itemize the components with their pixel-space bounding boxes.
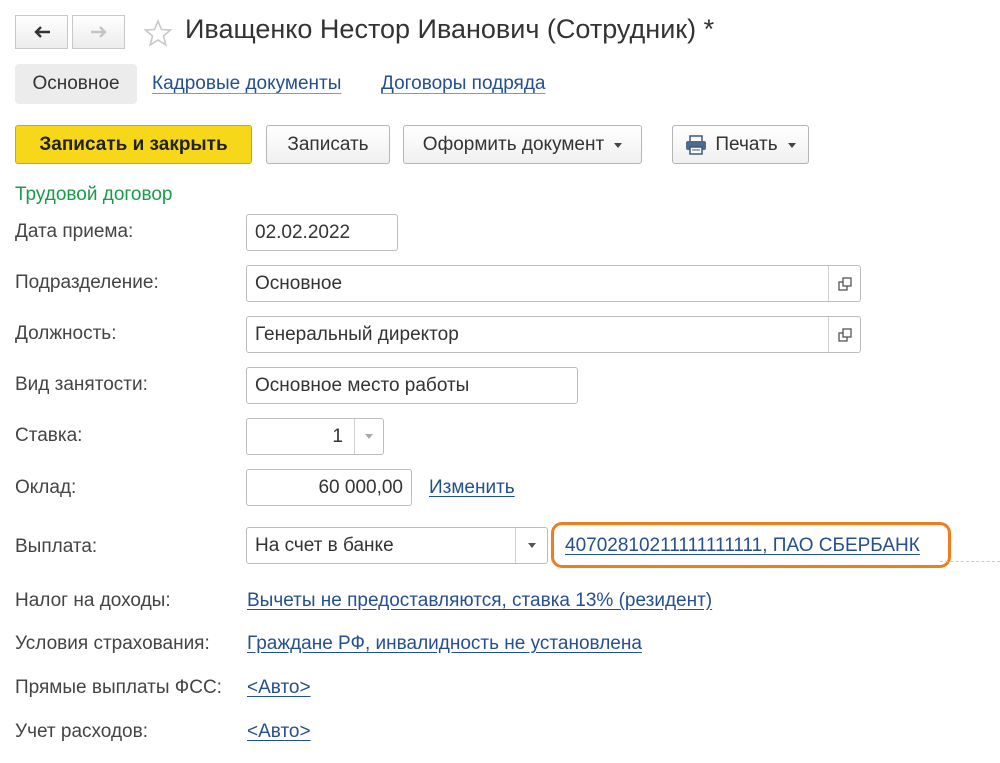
position-value: Генеральный директор [255,323,459,345]
fss-label: Прямые выплаты ФСС: [15,677,222,698]
create-document-label: Оформить документ [422,133,605,155]
hire-date-label: Дата приема: [15,221,134,242]
position-label: Должность: [15,323,117,344]
print-button[interactable]: Печать [672,125,809,164]
chevron-down-icon [614,143,623,148]
department-label: Подразделение: [15,272,159,293]
bank-account-link[interactable]: 40702810211111111111, ПАО СБЕРБАНК [565,535,920,557]
chevron-down-icon [527,543,536,548]
income-tax-label: Налог на доходы: [15,590,171,611]
salary-label: Оклад: [15,477,77,498]
chevron-down-icon [787,143,796,148]
position-field[interactable]: Генеральный директор [246,316,861,353]
hire-date-field[interactable]: 02.02.2022 [246,214,398,251]
tab-main[interactable]: Основное [15,64,137,104]
expenses-link[interactable]: <Авто> [247,721,311,743]
fss-link[interactable]: <Авто> [247,677,311,699]
rate-label: Ставка: [15,425,83,446]
page-title: Иващенко Нестор Иванович (Сотрудник) * [185,14,715,44]
payment-method-select[interactable]: На счет в банке [246,527,548,564]
open-window-icon [837,327,852,342]
section-title: Трудовой договор [15,184,173,205]
star-icon[interactable] [143,19,173,47]
rate-dropdown-button[interactable] [354,419,383,454]
save-button[interactable]: Записать [266,125,390,164]
salary-field[interactable]: 60 000,00 [246,469,412,506]
payment-dropdown-button[interactable] [515,528,547,563]
open-position-button[interactable] [828,317,860,352]
chevron-down-icon [365,434,373,439]
tab-contracts[interactable]: Договоры подряда [381,64,546,104]
create-document-button[interactable]: Оформить документ [403,125,642,164]
department-field[interactable]: Основное [246,265,861,302]
arrow-left-icon [33,26,50,38]
payment-method-value: На счет в банке [255,534,394,556]
print-label: Печать [715,133,778,155]
insurance-label: Условия страхования: [15,633,210,654]
rate-value: 1 [332,425,343,447]
payment-label: Выплата: [15,536,98,557]
expenses-label: Учет расходов: [15,721,148,742]
printer-icon [686,134,707,155]
divider [940,561,1000,562]
open-window-icon [837,276,852,291]
open-department-button[interactable] [828,266,860,301]
tab-hr-documents[interactable]: Кадровые документы [152,64,341,104]
forward-button[interactable] [72,15,125,49]
insurance-link[interactable]: Граждане РФ, инвалидность не установлена [247,633,642,655]
change-salary-link[interactable]: Изменить [429,477,515,499]
back-button[interactable] [15,15,68,49]
save-and-close-button[interactable]: Записать и закрыть [15,125,252,164]
employment-type-label: Вид занятости: [15,374,148,395]
employment-type-field[interactable]: Основное место работы [246,367,578,404]
rate-field[interactable]: 1 [246,418,384,455]
department-value: Основное [255,272,343,294]
income-tax-link[interactable]: Вычеты не предоставляются, ставка 13% (р… [247,590,712,612]
arrow-right-icon [90,26,107,38]
